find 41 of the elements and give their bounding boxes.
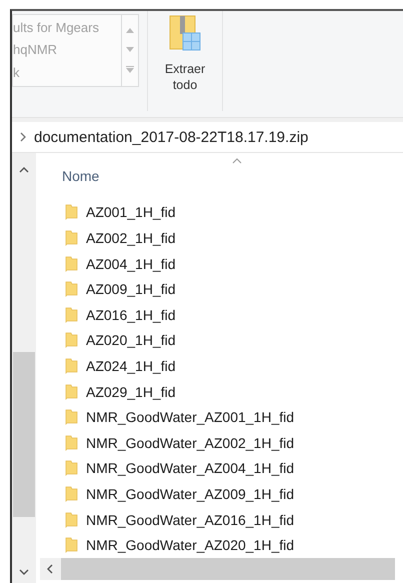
file-name[interactable]: AZ009_1H_fid <box>86 281 176 298</box>
file-name[interactable]: AZ016_1H_fid <box>86 306 176 323</box>
column-header[interactable]: Nome <box>62 168 100 184</box>
folder-icon <box>65 230 78 246</box>
folder-icon <box>65 460 78 476</box>
folder-icon <box>65 332 78 348</box>
scroll-thumb[interactable] <box>13 352 35 517</box>
zip-folder-icon <box>168 15 202 53</box>
scroll-down-icon[interactable] <box>19 569 29 575</box>
file-name[interactable]: AZ024_1H_fid <box>86 358 176 374</box>
file-name[interactable]: AZ020_1H_fid <box>86 332 176 348</box>
extract-all-button[interactable]: Extraer todo <box>156 11 214 93</box>
folder-icon <box>65 256 78 272</box>
chevron-right-icon <box>20 132 26 142</box>
folder-icon <box>65 409 78 426</box>
file-name[interactable]: NMR_GoodWater_AZ020_1H_fid <box>86 537 294 554</box>
sort-ascending-icon <box>232 158 242 164</box>
folder-icon <box>65 434 78 451</box>
folder-icon <box>65 204 78 220</box>
folder-icon <box>65 281 78 298</box>
vertical-scrollbar[interactable] <box>12 153 36 583</box>
folder-icon <box>65 486 78 502</box>
file-name[interactable]: NMR_GoodWater_AZ004_1H_fid <box>86 460 294 476</box>
address-path: documentation_2017-08-22T18.17.19.zip <box>34 128 308 146</box>
folder-icon <box>65 358 78 374</box>
folder-icon <box>65 537 78 554</box>
file-name[interactable]: NMR_GoodWater_AZ002_1H_fid <box>86 434 294 451</box>
file-name[interactable]: NMR_GoodWater_AZ001_1H_fid <box>86 409 294 426</box>
scroll-left-icon[interactable] <box>47 564 53 574</box>
expand-icon[interactable] <box>126 66 134 73</box>
file-name[interactable]: NMR_GoodWater_AZ016_1H_fid <box>86 512 294 528</box>
file-name[interactable]: AZ029_1H_fid <box>86 384 176 400</box>
folder-icon <box>65 512 78 528</box>
file-name[interactable]: AZ002_1H_fid <box>86 230 176 246</box>
scroll-up-icon[interactable] <box>19 167 29 173</box>
address-bar[interactable]: documentation_2017-08-22T18.17.19.zip <box>12 118 403 153</box>
file-name[interactable]: AZ004_1H_fid <box>86 256 176 272</box>
file-name[interactable]: AZ001_1H_fid <box>86 204 176 220</box>
folder-icon <box>65 384 78 400</box>
file-name[interactable]: NMR_GoodWater_AZ009_1H_fid <box>86 486 294 502</box>
folder-icon <box>65 306 78 323</box>
